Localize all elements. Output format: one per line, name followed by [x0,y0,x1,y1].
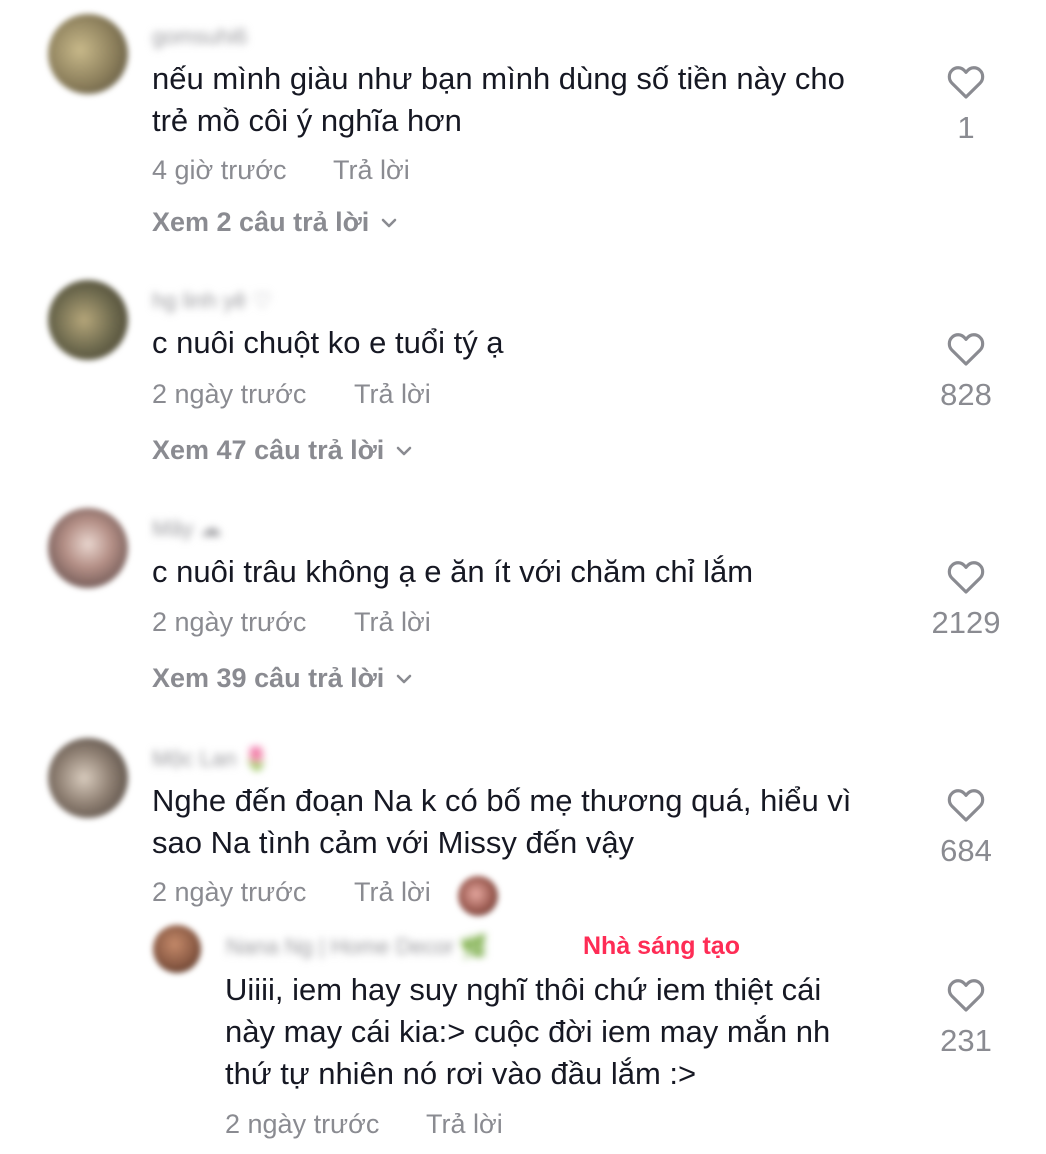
reply-text-line: thứ tự nhiên nó rơi vào đầu lắm :> [225,1056,697,1091]
reply-button[interactable]: Trả lời [354,607,431,638]
comment-timestamp: 2 ngày trước [152,379,307,409]
creator-liked-avatar [458,876,498,916]
comment-text-line: trẻ mồ côi ý nghĩa hơn [152,103,462,138]
chevron-down-icon [397,674,412,683]
avatar[interactable] [153,925,201,973]
comment-username[interactable]: Mây ☁ [152,516,222,542]
chevron-down-icon [381,218,397,227]
comment-text-line: sao Na tình cảm với Missy đến vậy [152,825,635,860]
heart-outline-icon [947,979,985,1012]
avatar[interactable] [48,14,128,94]
like-count: 684 [940,833,992,868]
comment-timestamp: 2 ngày trước [152,607,307,637]
heart-outline-icon [947,561,985,594]
chevron-down-icon [397,446,412,455]
reply-username[interactable]: Nana Ng | Home Decor 🌿 [226,934,488,960]
view-replies-label: Xem 39 câu trả lời [152,663,385,693]
like-count: 231 [940,1023,992,1058]
reply-button[interactable]: Trả lời [354,379,431,410]
view-replies-button[interactable]: Xem 39 câu trả lời [152,663,414,694]
comment-username[interactable]: gomsuhi6 [152,24,247,50]
comment-text-line: nếu mình giàu như bạn mình dùng số tiền … [152,61,845,96]
reply-text-line: Uiiii, iem hay suy nghĩ thôi chứ iem thi… [225,972,822,1007]
avatar[interactable] [48,280,128,360]
heart-outline-icon [947,789,985,822]
reply-text-line: này may cái kia:> cuộc đời iem may mắn n… [225,1014,831,1049]
reply-button[interactable]: Trả lời [333,155,410,186]
view-replies-label: Xem 47 câu trả lời [152,435,385,465]
like-button[interactable]: 684 [911,787,1021,869]
comment-text-line: c nuôi chuột ko e tuổi tý ạ [152,325,504,360]
comment-text-line: Nghe đến đoạn Na k có bố mẹ thương quá, … [152,783,852,818]
like-button[interactable]: 828 [911,331,1021,413]
like-count: 1 [957,110,975,145]
avatar[interactable] [48,738,128,818]
comment-username[interactable]: Mộc Lan 🌷 [152,746,270,772]
comment-text-line: c nuôi trâu không ạ e ăn ít với chăm chỉ… [152,554,754,589]
heart-outline-icon [947,333,985,366]
comment-timestamp: 4 giờ trước [152,155,287,185]
view-replies-label: Xem 2 câu trả lời [152,207,370,237]
view-replies-button[interactable]: Xem 47 câu trả lời [152,435,414,466]
like-count: 2129 [931,605,1001,640]
like-button[interactable]: 231 [911,977,1021,1059]
reply-button[interactable]: Trả lời [354,877,431,908]
like-button[interactable]: 2129 [911,559,1021,641]
like-count: 828 [940,377,992,412]
like-button[interactable]: 1 [911,64,1021,146]
avatar[interactable] [48,508,128,588]
comment-timestamp: 2 ngày trước [152,877,307,907]
reply-button[interactable]: Trả lời [426,1109,503,1140]
heart-outline-icon [947,66,985,99]
reply-timestamp: 2 ngày trước [225,1109,380,1139]
creator-badge: Nhà sáng tạo [583,932,740,960]
comment-username[interactable]: hg linh yê ♡ [152,288,272,314]
view-replies-button[interactable]: Xem 2 câu trả lời [152,207,399,238]
